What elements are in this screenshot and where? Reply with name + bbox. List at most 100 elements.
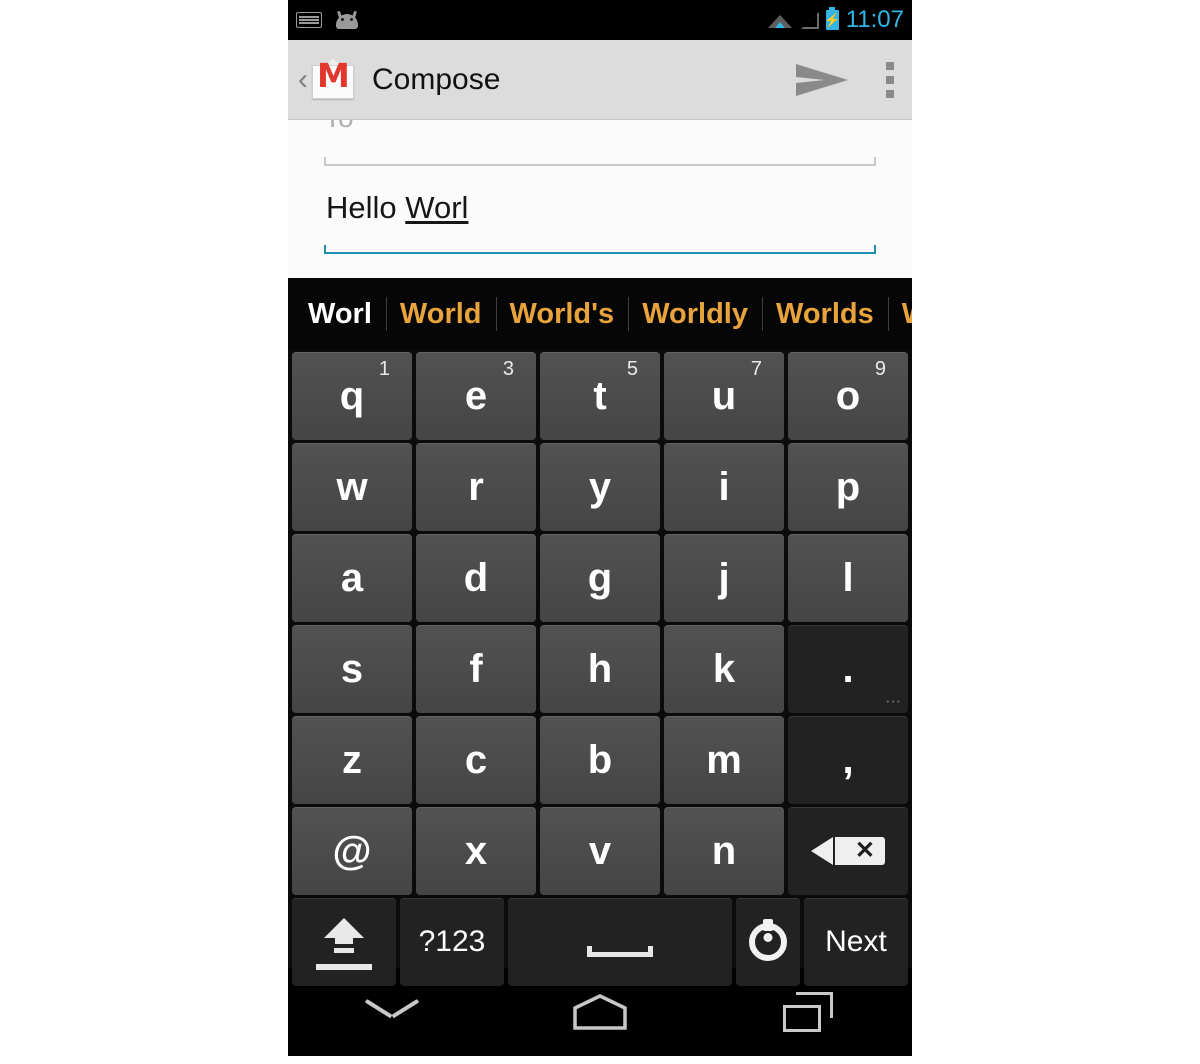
- key-l[interactable]: l: [788, 534, 908, 622]
- key-label: a: [340, 555, 364, 600]
- key-label: n: [711, 828, 737, 873]
- gmail-icon[interactable]: M: [310, 55, 356, 101]
- key-p[interactable]: p: [788, 443, 908, 531]
- key-shift[interactable]: [292, 898, 396, 986]
- key-label: ,: [842, 737, 854, 782]
- home-button[interactable]: [496, 994, 704, 1030]
- key-label: i: [718, 464, 730, 509]
- key-alt-label: 9: [874, 358, 886, 380]
- key-label: p: [835, 464, 861, 509]
- key-backspace[interactable]: ✕: [788, 807, 908, 895]
- page-title: Compose: [372, 62, 501, 96]
- key-x[interactable]: x: [416, 807, 536, 895]
- home-icon: [572, 994, 628, 1030]
- wifi-icon: [767, 11, 792, 29]
- key-label: v: [588, 828, 612, 873]
- key-label: y: [588, 464, 612, 509]
- key-o[interactable]: o9: [788, 352, 908, 440]
- send-icon[interactable]: [794, 60, 850, 100]
- key-period[interactable]: . ···: [788, 625, 908, 713]
- key-h[interactable]: h: [540, 625, 660, 713]
- suggestion-item[interactable]: World: [385, 294, 496, 334]
- keyboard-row: q1e3t5u7o9: [290, 352, 910, 440]
- suggestion-item[interactable]: Worldly: [628, 294, 762, 334]
- key-t[interactable]: t5: [540, 352, 660, 440]
- battery-charging-icon: ⚡: [824, 7, 840, 30]
- key-comma[interactable]: ,: [788, 716, 908, 804]
- key-space[interactable]: [507, 898, 732, 986]
- subject-committed-text: Hello: [326, 190, 406, 225]
- key-v[interactable]: v: [540, 807, 660, 895]
- key-w[interactable]: w: [292, 443, 412, 531]
- key-i[interactable]: i: [664, 443, 784, 531]
- keyboard-row: z c b m,: [290, 716, 910, 804]
- back-icon[interactable]: ‹: [298, 64, 308, 95]
- key-q[interactable]: q1: [292, 352, 412, 440]
- action-bar: ‹ M Compose: [288, 40, 912, 120]
- to-field-underline: [324, 157, 876, 166]
- key-label: f: [469, 646, 483, 691]
- keyboard-row: adgjl: [290, 534, 910, 622]
- to-field-row[interactable]: To: [324, 120, 876, 176]
- recent-apps-icon: [783, 992, 833, 1032]
- suggestion-strip[interactable]: WorlWorldWorld'sWorldlyWorldsWorldwide: [288, 278, 912, 350]
- suggestion-item[interactable]: Worl: [294, 294, 386, 334]
- key-alt-label: 3: [502, 358, 514, 380]
- key-f[interactable]: f: [416, 625, 536, 713]
- keyboard-row: ?123 Next: [290, 898, 910, 986]
- key-m[interactable]: m: [664, 716, 784, 804]
- key-r[interactable]: r: [416, 443, 536, 531]
- key-b[interactable]: b: [540, 716, 660, 804]
- phone-screen: ⚡ 11:07 ‹ M Compose To: [288, 0, 912, 1064]
- key-y[interactable]: y: [540, 443, 660, 531]
- more-options-icon[interactable]: [886, 61, 894, 98]
- key-label: b: [587, 737, 613, 782]
- key-at[interactable]: @: [292, 807, 412, 895]
- key-label: t: [593, 373, 607, 418]
- key-label: d: [463, 555, 489, 600]
- key-k[interactable]: k: [664, 625, 784, 713]
- key-j[interactable]: j: [664, 534, 784, 622]
- on-screen-keyboard[interactable]: q 1 e 3 t 5 u 7 o 9 w r y i p a d g j l s f h k. ··· z c b m, @ x v n ✕ ?1…: [288, 350, 912, 986]
- key-more-dots-icon: ···: [886, 694, 902, 709]
- key-symbols[interactable]: ?123: [399, 898, 504, 986]
- space-bar-icon: [586, 945, 653, 957]
- hide-keyboard-button[interactable]: [288, 999, 496, 1025]
- key-alt-label: 7: [750, 358, 762, 380]
- key-label: r: [468, 464, 484, 509]
- key-label: c: [464, 737, 488, 782]
- subject-field-row[interactable]: Hello Worl: [324, 176, 876, 260]
- key-u[interactable]: u7: [664, 352, 784, 440]
- subject-field-value: Hello Worl: [326, 190, 468, 226]
- key-e[interactable]: e3: [416, 352, 536, 440]
- key-label: e: [464, 373, 488, 418]
- suggestion-item[interactable]: World's: [495, 294, 629, 334]
- status-bar-clock: 11:07: [845, 6, 904, 33]
- android-head-icon: [334, 10, 360, 29]
- suggestion-item[interactable]: Worlds: [762, 294, 888, 334]
- key-settings[interactable]: [735, 898, 800, 986]
- suggestion-item[interactable]: Worldwide: [887, 294, 912, 334]
- gmail-icon-letter: M: [317, 55, 350, 95]
- key-a[interactable]: a: [292, 534, 412, 622]
- hide-keyboard-icon: [369, 999, 415, 1025]
- key-c[interactable]: c: [416, 716, 536, 804]
- key-n[interactable]: n: [664, 807, 784, 895]
- key-d[interactable]: d: [416, 534, 536, 622]
- key-next[interactable]: Next: [804, 898, 908, 986]
- recent-apps-button[interactable]: [704, 992, 912, 1032]
- key-label: s: [340, 646, 364, 691]
- key-label: w: [336, 464, 368, 509]
- screenshot-root: ⚡ 11:07 ‹ M Compose To: [0, 0, 1200, 1064]
- key-label: m: [706, 737, 742, 782]
- keyboard-row: @ x v n ✕: [290, 807, 910, 895]
- key-label: j: [718, 555, 730, 600]
- key-alt-label: 5: [626, 358, 638, 380]
- key-z[interactable]: z: [292, 716, 412, 804]
- key-g[interactable]: g: [540, 534, 660, 622]
- key-label: q: [339, 373, 365, 418]
- backspace-icon: ✕: [811, 833, 885, 869]
- shift-icon: [314, 916, 374, 970]
- keyboard-row: s f h k. ···: [290, 625, 910, 713]
- key-s[interactable]: s: [292, 625, 412, 713]
